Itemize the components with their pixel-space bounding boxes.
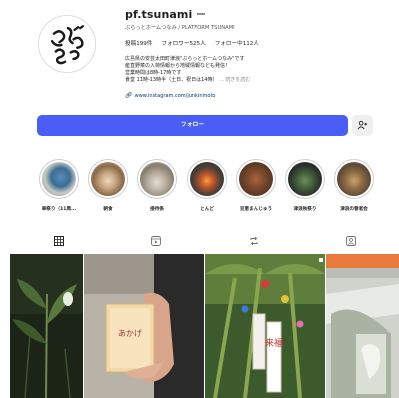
- post-thumbnail[interactable]: 来福: [205, 254, 325, 398]
- post-image: [10, 254, 83, 398]
- external-link[interactable]: 🔗︎ www.instagram.com/junkinmoto: [125, 92, 215, 99]
- profile-stats: 投稿199件 フォロワー525人 フォロー中112人: [125, 39, 259, 47]
- post-image: あかげ: [84, 254, 204, 398]
- highlight-item[interactable]: 津浪の春者会: [331, 159, 377, 212]
- highlight-cover: [187, 159, 227, 199]
- highlight-cover: [88, 159, 128, 199]
- username-row: pf.tsunami: [125, 6, 206, 22]
- highlight-item[interactable]: とんど: [184, 159, 230, 212]
- post-thumbnail[interactable]: あかげ: [84, 254, 204, 398]
- bio: 広島県の安芸太田町津浪"ぶらっとホームつなみ"です 産直野菜の入荷情報から地域情…: [125, 56, 305, 84]
- link-icon: 🔗︎: [125, 92, 133, 99]
- post-image: 来福: [205, 254, 325, 398]
- highlight-label: 津浪の春者会: [340, 207, 368, 212]
- tab-posts[interactable]: [53, 235, 65, 247]
- highlight-item[interactable]: 車祭り（11周...: [36, 159, 82, 212]
- tab-reposts[interactable]: [248, 235, 260, 247]
- external-link-text[interactable]: www.instagram.com/junkinmoto: [135, 93, 216, 99]
- story-highlights: 車祭り（11周... 朝食 接待係 とんど 豆恵まんじゅう 津浪秋祭り 津浪の春…: [36, 159, 376, 221]
- tagged-icon: [346, 236, 356, 246]
- reels-icon: [151, 236, 161, 246]
- bio-more-link[interactable]: ... 続きを読む: [219, 77, 250, 83]
- threads-icon[interactable]: [197, 13, 206, 15]
- repost-icon: [250, 236, 258, 246]
- add-person-icon: [357, 120, 368, 130]
- highlight-label: 車祭り（11周...: [41, 207, 77, 212]
- highlight-item[interactable]: 豆恵まんじゅう: [233, 159, 279, 212]
- post-grid: あかげ 来福: [10, 254, 399, 398]
- suggest-accounts-button[interactable]: [352, 115, 373, 136]
- highlight-label: 接待係: [150, 207, 164, 212]
- bio-line-text: 食堂 11時-13時半（土日、祝日は14時）: [125, 77, 218, 84]
- highlight-label: 津浪秋祭り: [293, 207, 317, 212]
- grid-icon: [54, 236, 64, 246]
- following-count[interactable]: フォロー中112人: [215, 39, 259, 47]
- brand-logo-icon: [39, 16, 95, 72]
- tab-reels[interactable]: [150, 235, 162, 247]
- decoration-label: 来福: [265, 337, 283, 349]
- package-label: あかげ: [118, 329, 142, 338]
- highlight-label: とんど: [200, 207, 214, 212]
- highlight-item[interactable]: 接待係: [134, 159, 180, 212]
- tab-tagged[interactable]: [345, 235, 357, 247]
- highlight-cover: [137, 159, 177, 199]
- post-image: [326, 254, 399, 398]
- carousel-indicator-icon: [319, 258, 323, 262]
- posts-count: 投稿199件: [125, 41, 153, 47]
- highlight-item[interactable]: 朝食: [85, 159, 131, 212]
- post-thumbnail[interactable]: [326, 254, 399, 398]
- follow-button[interactable]: フォロー: [37, 115, 348, 136]
- highlight-label: 朝食: [103, 207, 113, 212]
- highlight-item[interactable]: 津浪秋祭り: [282, 159, 328, 212]
- bio-line-last: 食堂 11時-13時半（土日、祝日は14時） ... 続きを読む: [125, 77, 305, 84]
- username: pf.tsunami: [125, 7, 193, 21]
- profile-tabs: [0, 232, 399, 250]
- highlight-cover: [334, 159, 374, 199]
- post-thumbnail[interactable]: [10, 254, 83, 398]
- highlight-label: 豆恵まんじゅう: [239, 207, 273, 212]
- highlight-cover: [39, 159, 79, 199]
- highlight-cover: [236, 159, 276, 199]
- followers-count[interactable]: フォロワー525人: [161, 39, 205, 47]
- profile-avatar[interactable]: [38, 15, 96, 73]
- full-name: ぶらっとホームつなみ / PLATFORM TSUNAMI: [125, 25, 235, 31]
- highlight-cover: [285, 159, 325, 199]
